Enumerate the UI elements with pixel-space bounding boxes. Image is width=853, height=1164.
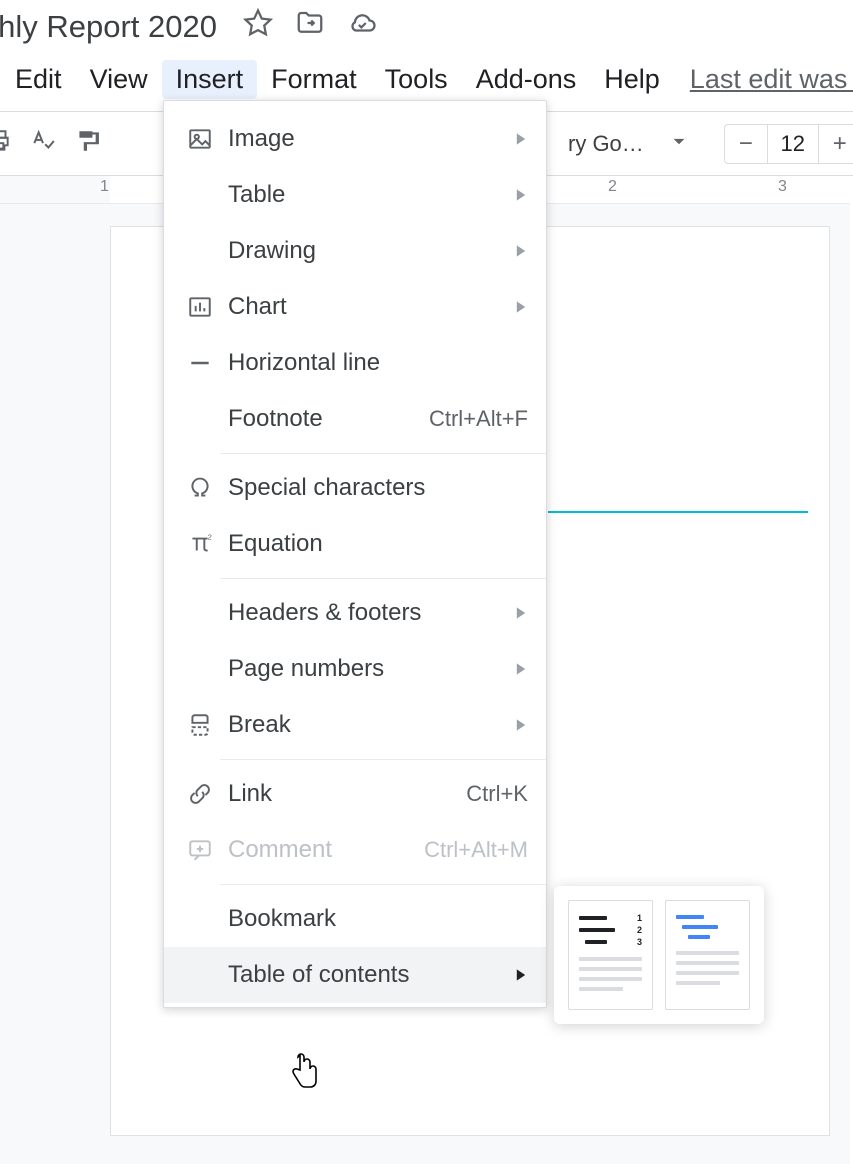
title-bar: onthly Report 2020 bbox=[0, 0, 853, 52]
menu-item-equation[interactable]: 2 Equation bbox=[164, 516, 546, 572]
submenu-arrow-icon bbox=[514, 293, 528, 321]
menu-view[interactable]: View bbox=[76, 60, 162, 99]
toc-option-links[interactable] bbox=[665, 900, 750, 1010]
menu-item-label: Link bbox=[228, 780, 466, 808]
menu-item-chart[interactable]: Chart bbox=[164, 279, 546, 335]
chart-icon bbox=[184, 294, 216, 320]
menu-item-headers-footers[interactable]: Headers & footers bbox=[164, 585, 546, 641]
menu-item-drawing[interactable]: Drawing bbox=[164, 223, 546, 279]
menu-help[interactable]: Help bbox=[590, 60, 674, 99]
menu-item-label: Headers & footers bbox=[228, 599, 514, 627]
menu-item-label: Horizontal line bbox=[228, 349, 528, 377]
last-edit-link[interactable]: Last edit was sec bbox=[690, 64, 853, 95]
menu-item-label: Comment bbox=[228, 836, 424, 864]
increase-font-button[interactable]: + bbox=[819, 130, 853, 158]
submenu-arrow-icon bbox=[514, 655, 528, 683]
menu-edit[interactable]: Edit bbox=[1, 60, 76, 99]
menu-item-label: Drawing bbox=[228, 237, 514, 265]
omega-icon bbox=[184, 475, 216, 501]
menu-item-comment: CommentCtrl+Alt+M bbox=[164, 822, 546, 878]
menu-item-image[interactable]: Image bbox=[164, 111, 546, 167]
paint-format-icon[interactable] bbox=[74, 128, 100, 159]
star-icon[interactable] bbox=[243, 8, 273, 46]
menu-item-label: Special characters bbox=[228, 474, 528, 502]
menu-format[interactable]: Format bbox=[257, 60, 371, 99]
menu-item-label: Image bbox=[228, 125, 514, 153]
decrease-font-button[interactable]: − bbox=[725, 130, 767, 158]
menu-item-horizontal-line[interactable]: Horizontal line bbox=[164, 335, 546, 391]
menu-item-shortcut: Ctrl+Alt+F bbox=[429, 406, 528, 432]
hr-icon bbox=[184, 350, 216, 376]
break-icon bbox=[184, 712, 216, 738]
menu-item-footnote[interactable]: FootnoteCtrl+Alt+F bbox=[164, 391, 546, 447]
menu-item-table-of-contents[interactable]: Table of contents bbox=[164, 947, 546, 1003]
font-size-stepper[interactable]: − 12 + bbox=[724, 124, 853, 164]
font-size-value[interactable]: 12 bbox=[767, 125, 819, 163]
spellcheck-icon[interactable] bbox=[30, 128, 56, 159]
toc-option-numbered[interactable]: 1 2 3 bbox=[568, 900, 653, 1010]
menu-item-shortcut: Ctrl+Alt+M bbox=[424, 837, 528, 863]
menu-item-page-numbers[interactable]: Page numbers bbox=[164, 641, 546, 697]
font-family-selector[interactable]: ry Go… bbox=[568, 131, 644, 157]
submenu-arrow-icon bbox=[514, 181, 528, 209]
print-icon[interactable] bbox=[0, 128, 12, 159]
comment-icon bbox=[184, 837, 216, 863]
menu-item-link[interactable]: LinkCtrl+K bbox=[164, 766, 546, 822]
submenu-arrow-icon bbox=[514, 711, 528, 739]
menu-item-break[interactable]: Break bbox=[164, 697, 546, 753]
insert-menu-dropdown: Image Table Drawing Chart Horizontal line Foo… bbox=[163, 100, 547, 1008]
menu-item-shortcut: Ctrl+K bbox=[466, 781, 528, 807]
cloud-status-icon[interactable] bbox=[347, 8, 377, 46]
menu-item-bookmark[interactable]: Bookmark bbox=[164, 891, 546, 947]
menu-item-table[interactable]: Table bbox=[164, 167, 546, 223]
pi-icon: 2 bbox=[184, 531, 216, 557]
move-folder-icon[interactable] bbox=[295, 8, 325, 46]
menu-tools[interactable]: Tools bbox=[371, 60, 462, 99]
menu-item-label: Page numbers bbox=[228, 655, 514, 683]
document-title[interactable]: onthly Report 2020 bbox=[0, 9, 217, 45]
menu-item-label: Bookmark bbox=[228, 905, 528, 933]
link-icon bbox=[184, 781, 216, 807]
svg-text:2: 2 bbox=[208, 533, 212, 542]
submenu-arrow-icon bbox=[514, 125, 528, 153]
menu-item-label: Table of contents bbox=[228, 961, 514, 989]
submenu-arrow-icon bbox=[514, 237, 528, 265]
chevron-down-icon[interactable] bbox=[666, 128, 692, 159]
menu-item-label: Break bbox=[228, 711, 514, 739]
menu-item-special-characters[interactable]: Special characters bbox=[164, 460, 546, 516]
submenu-arrow-icon bbox=[514, 599, 528, 627]
menu-item-label: Footnote bbox=[228, 405, 429, 433]
pointer-cursor-icon bbox=[286, 1053, 320, 1098]
image-icon bbox=[184, 126, 216, 152]
heading-underline bbox=[548, 511, 808, 513]
table-of-contents-submenu: 1 2 3 bbox=[554, 886, 764, 1024]
menu-item-label: Table bbox=[228, 181, 514, 209]
menu-item-label: Equation bbox=[228, 530, 528, 558]
menu-insert[interactable]: Insert bbox=[162, 60, 258, 99]
menu-addons[interactable]: Add-ons bbox=[462, 60, 591, 99]
submenu-arrow-icon bbox=[514, 961, 528, 989]
menu-item-label: Chart bbox=[228, 293, 514, 321]
